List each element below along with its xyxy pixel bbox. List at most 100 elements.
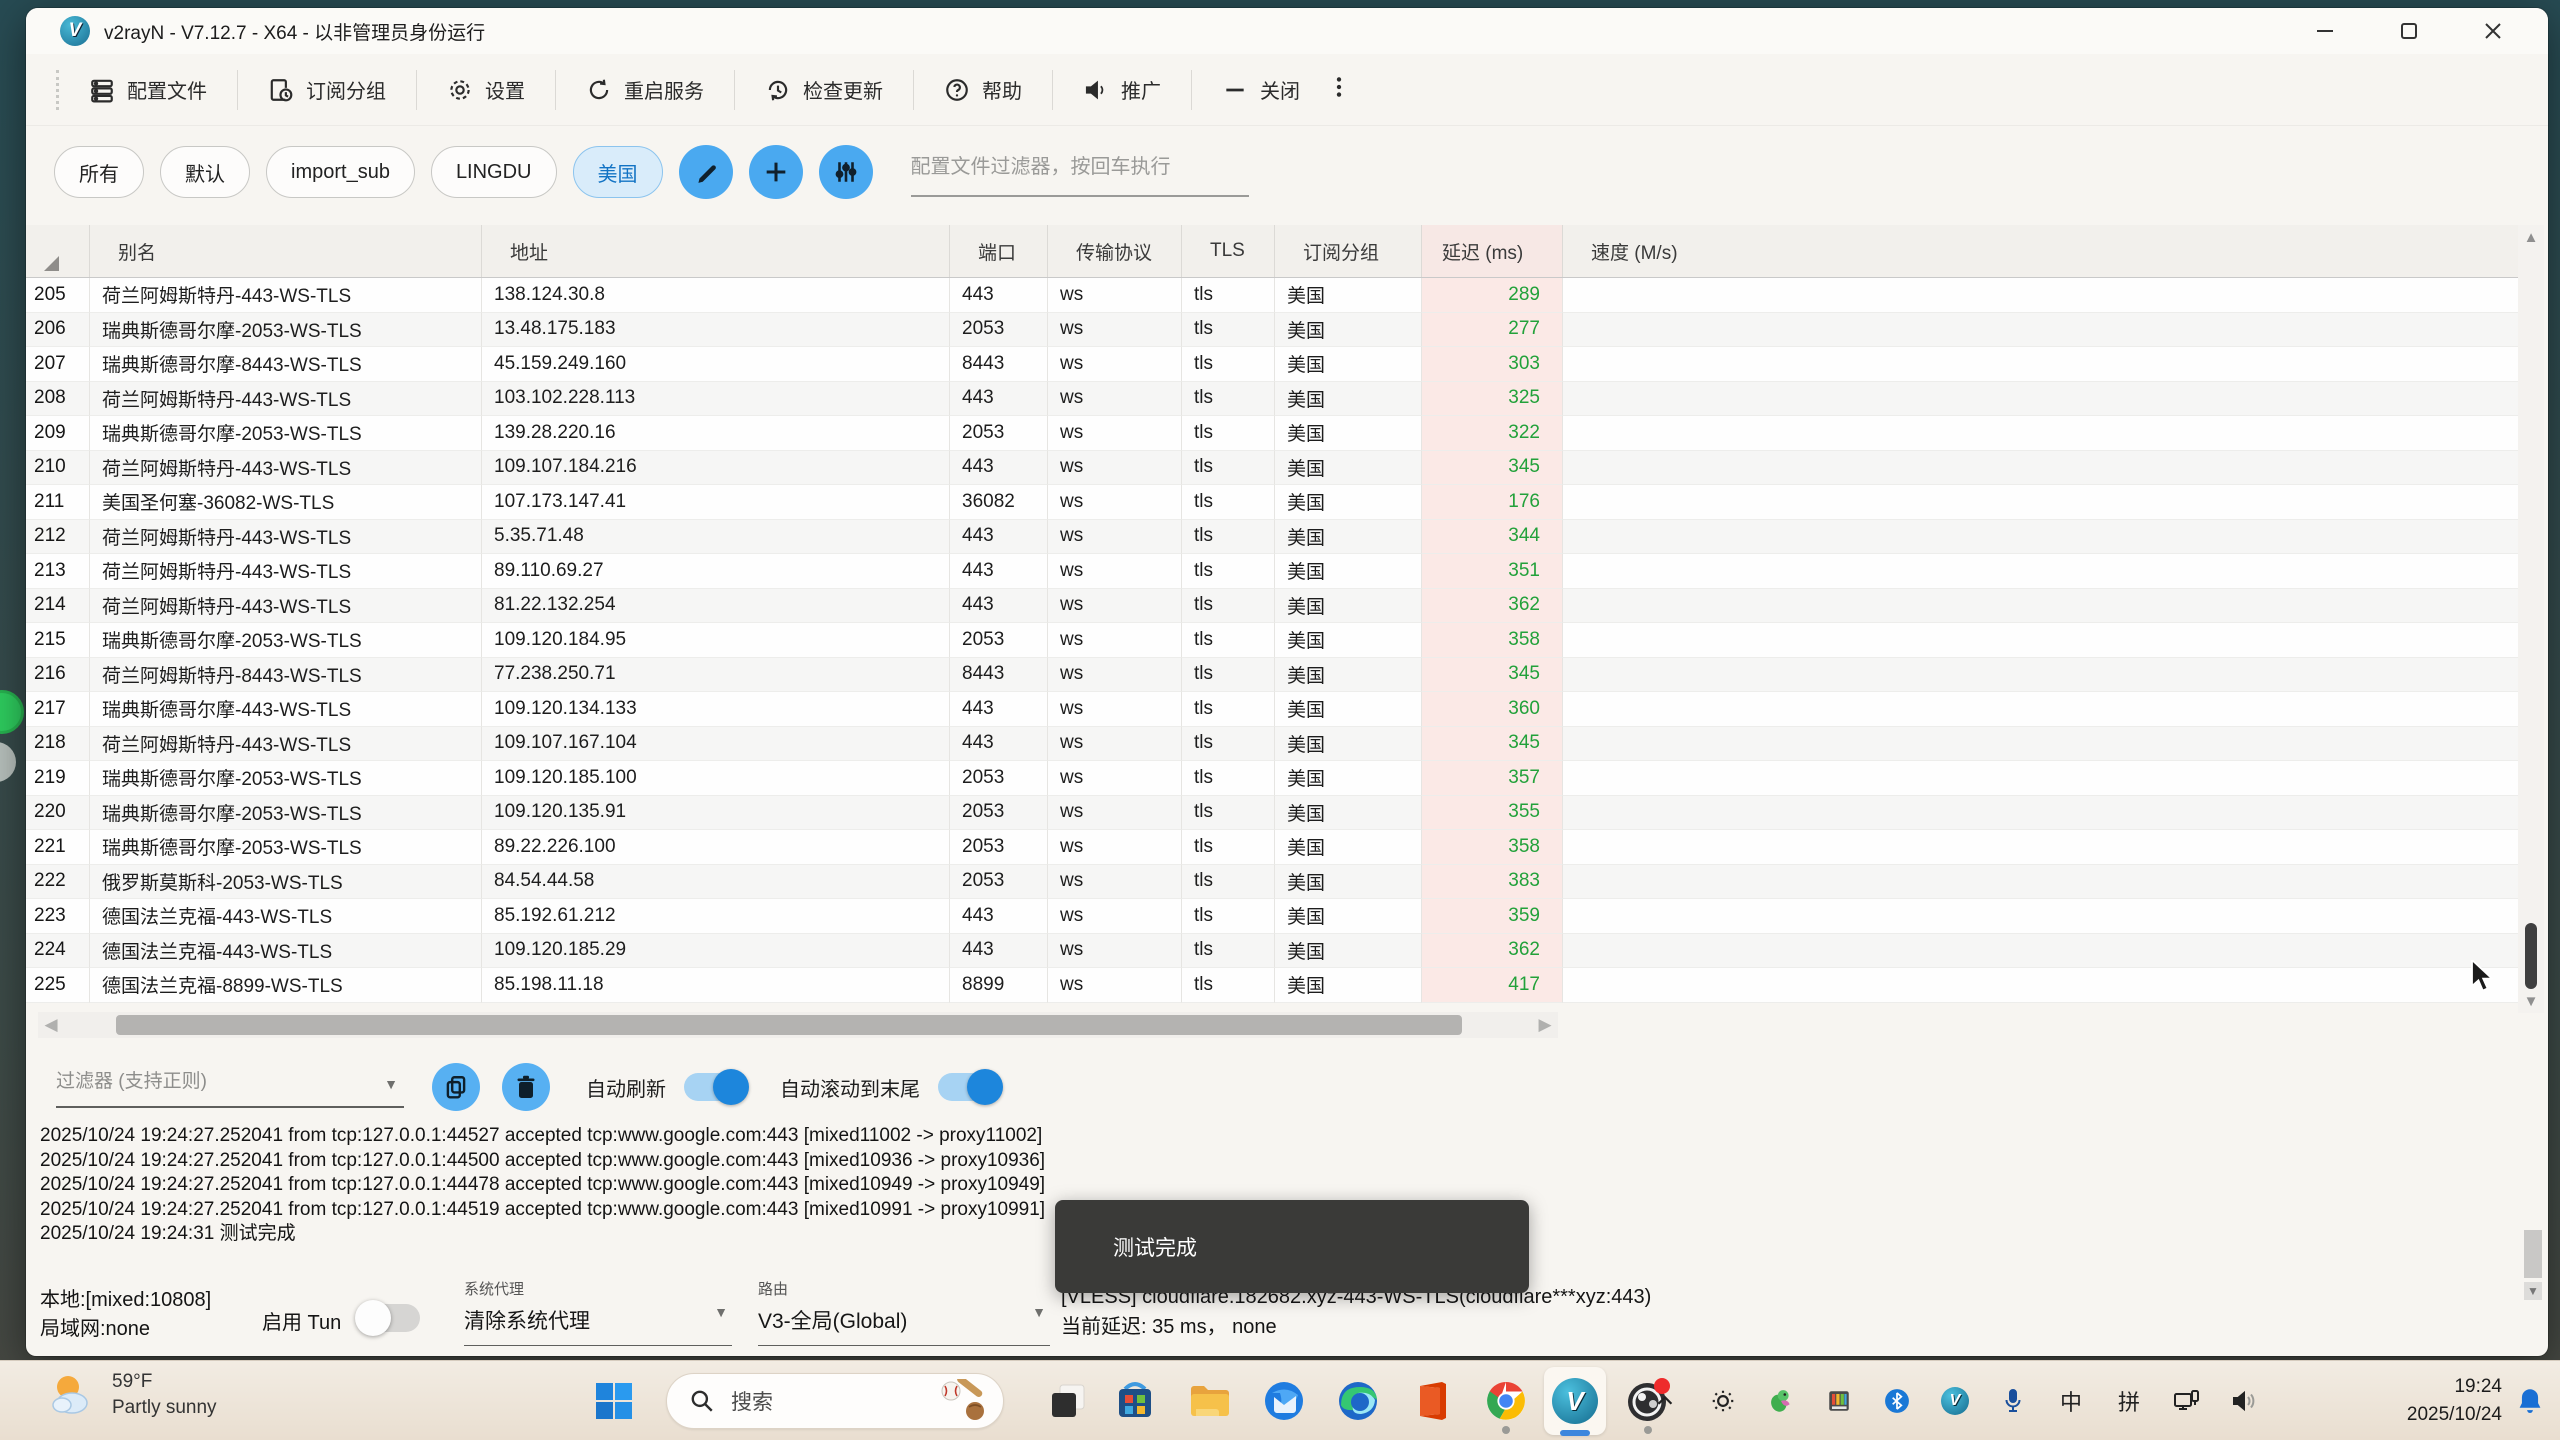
horizontal-scroll-track[interactable]	[64, 1012, 1532, 1038]
horizontal-scroll-thumb[interactable]	[116, 1015, 1462, 1035]
copy-log-button[interactable]	[432, 1063, 480, 1111]
header-speed[interactable]: 速度 (M/s)	[1563, 225, 2518, 277]
menu-check-update[interactable]: 检查更新	[757, 75, 891, 104]
scroll-right-arrow[interactable]: ▶	[1532, 1015, 1558, 1035]
mouse-cursor	[2470, 960, 2500, 994]
table-row[interactable]: 205荷兰阿姆斯特丹-443-WS-TLS138.124.30.8443wstl…	[26, 278, 2518, 313]
tray-bluetooth[interactable]	[1882, 1386, 1912, 1416]
file-explorer-button[interactable]	[1184, 1375, 1236, 1427]
table-row[interactable]: 224德国法兰克福-443-WS-TLS109.120.185.29443wst…	[26, 934, 2518, 969]
table-row[interactable]: 222俄罗斯莫斯科-2053-WS-TLS84.54.44.582053wstl…	[26, 865, 2518, 900]
start-button[interactable]	[592, 1379, 636, 1423]
header-tls[interactable]: TLS	[1182, 225, 1275, 277]
table-row[interactable]: 210荷兰阿姆斯特丹-443-WS-TLS109.107.184.216443w…	[26, 451, 2518, 486]
table-row[interactable]: 217瑞典斯德哥尔摩-443-WS-TLS109.120.134.133443w…	[26, 692, 2518, 727]
table-row[interactable]: 207瑞典斯德哥尔摩-8443-WS-TLS45.159.249.1608443…	[26, 347, 2518, 382]
auto-refresh-toggle[interactable]	[684, 1073, 746, 1101]
table-row[interactable]: 218荷兰阿姆斯特丹-443-WS-TLS109.107.167.104443w…	[26, 727, 2518, 762]
tab-all[interactable]: 所有	[54, 146, 144, 198]
cell-delay: 345	[1422, 658, 1563, 693]
cell-delay: 325	[1422, 382, 1563, 417]
chrome-button[interactable]	[1480, 1375, 1532, 1427]
table-row[interactable]: 208荷兰阿姆斯特丹-443-WS-TLS103.102.228.113443w…	[26, 382, 2518, 417]
profile-filter-input[interactable]: 配置文件过滤器，按回车执行	[911, 145, 1249, 199]
cell-delay: 176	[1422, 485, 1563, 520]
tab-lingdu[interactable]: LINGDU	[431, 146, 557, 198]
auto-scroll-toggle[interactable]	[938, 1073, 1000, 1101]
table-row[interactable]: 211美国圣何塞-36082-WS-TLS107.173.147.4136082…	[26, 485, 2518, 520]
tray-microphone[interactable]	[1998, 1386, 2028, 1416]
menu-subscriptions[interactable]: 订阅分组	[260, 75, 394, 104]
tun-toggle[interactable]	[358, 1304, 420, 1332]
routing-dropdown[interactable]: 路由 V3-全局(Global) ▼	[758, 1278, 1050, 1346]
tab-import-sub[interactable]: import_sub	[266, 146, 415, 198]
table-row[interactable]: 214荷兰阿姆斯特丹-443-WS-TLS81.22.132.254443wst…	[26, 589, 2518, 624]
tray-ime-scheme[interactable]: 拼	[2114, 1386, 2144, 1416]
table-row[interactable]: 213荷兰阿姆斯特丹-443-WS-TLS89.110.69.27443wstl…	[26, 554, 2518, 589]
maximize-button[interactable]	[2380, 13, 2438, 49]
header-address[interactable]: 地址	[482, 225, 950, 277]
table-row[interactable]: 206瑞典斯德哥尔摩-2053-WS-TLS13.48.175.1832053w…	[26, 313, 2518, 348]
tray-volume[interactable]	[2230, 1386, 2260, 1416]
tray-brightness[interactable]	[1708, 1386, 1738, 1416]
menu-settings[interactable]: 设置	[439, 75, 533, 104]
scroll-down-arrow[interactable]: ▼	[2518, 989, 2544, 1013]
menu-profiles[interactable]: 配置文件	[81, 75, 215, 104]
header-select-all[interactable]	[26, 225, 90, 277]
edit-group-button[interactable]	[679, 145, 733, 199]
table-row[interactable]: 219瑞典斯德哥尔摩-2053-WS-TLS109.120.185.100205…	[26, 761, 2518, 796]
add-group-button[interactable]	[749, 145, 803, 199]
minimize-button[interactable]	[2296, 13, 2354, 49]
notification-center-button[interactable]	[2516, 1387, 2544, 1422]
tray-chevron-up[interactable]	[1650, 1386, 1680, 1416]
more-menu-button[interactable]	[1326, 74, 1352, 105]
tab-usa-selected[interactable]: 美国	[573, 146, 663, 198]
scroll-left-arrow[interactable]: ◀	[38, 1015, 64, 1035]
search-icon	[689, 1388, 715, 1414]
table-row[interactable]: 209瑞典斯德哥尔摩-2053-WS-TLS139.28.220.162053w…	[26, 416, 2518, 451]
close-button[interactable]	[2464, 13, 2522, 49]
table-row[interactable]: 223德国法兰克福-443-WS-TLS85.192.61.212443wstl…	[26, 899, 2518, 934]
edge-button[interactable]	[1332, 1375, 1384, 1427]
tray-cast-device[interactable]	[2172, 1386, 2202, 1416]
system-proxy-dropdown[interactable]: 系统代理 清除系统代理 ▼	[464, 1278, 732, 1346]
table-row[interactable]: 220瑞典斯德哥尔摩-2053-WS-TLS109.120.135.912053…	[26, 796, 2518, 831]
table-row[interactable]: 221瑞典斯德哥尔摩-2053-WS-TLS89.22.226.1002053w…	[26, 830, 2518, 865]
header-group[interactable]: 订阅分组	[1275, 225, 1422, 277]
vertical-scroll-thumb[interactable]	[2525, 923, 2537, 989]
menu-close[interactable]: 关闭	[1214, 75, 1308, 104]
scroll-up-arrow[interactable]: ▲	[2518, 225, 2544, 249]
tray-parrot-app[interactable]	[1766, 1386, 1796, 1416]
partly-sunny-icon	[46, 1371, 98, 1419]
taskbar-clock[interactable]: 19:24 2025/10/24	[2407, 1373, 2502, 1429]
menu-promote[interactable]: 推广	[1075, 75, 1169, 104]
toolbar-separator	[416, 70, 417, 110]
log-scroll-thumb[interactable]	[2524, 1230, 2542, 1278]
weather-widget[interactable]: 59°F Partly sunny	[46, 1369, 217, 1421]
clear-log-button[interactable]	[502, 1063, 550, 1111]
header-alias[interactable]: 别名	[90, 225, 482, 277]
taskbar-search[interactable]: 搜索	[666, 1373, 1004, 1429]
log-filter-dropdown[interactable]: 过滤器 (支持正则) ▼	[56, 1062, 404, 1112]
header-protocol[interactable]: 传输协议	[1048, 225, 1182, 277]
header-port[interactable]: 端口	[950, 225, 1048, 277]
table-horizontal-scrollbar[interactable]: ◀ ▶	[38, 1012, 1558, 1038]
office-button[interactable]	[1406, 1375, 1458, 1427]
header-delay[interactable]: 延迟 (ms)	[1422, 225, 1563, 277]
microsoft-store-button[interactable]	[1109, 1375, 1161, 1427]
task-view-button[interactable]	[1042, 1375, 1094, 1427]
table-row[interactable]: 215瑞典斯德哥尔摩-2053-WS-TLS109.120.184.952053…	[26, 623, 2518, 658]
table-row[interactable]: 225德国法兰克福-8899-WS-TLS85.198.11.188899wst…	[26, 968, 2518, 1003]
table-vertical-scrollbar[interactable]: ▲ ▼	[2518, 225, 2544, 1013]
tray-v2rayn[interactable]: V	[1940, 1386, 1970, 1416]
tab-default[interactable]: 默认	[160, 146, 250, 198]
thunderbird-button[interactable]	[1258, 1375, 1310, 1427]
sort-groups-button[interactable]	[819, 145, 873, 199]
v2rayn-taskbar-button[interactable]: V	[1549, 1375, 1601, 1427]
tray-color-grid-app[interactable]	[1824, 1386, 1854, 1416]
menu-restart-service[interactable]: 重启服务	[578, 75, 712, 104]
tray-ime-lang[interactable]: 中	[2056, 1386, 2086, 1416]
menu-help[interactable]: 帮助	[936, 75, 1030, 104]
table-row[interactable]: 216荷兰阿姆斯特丹-8443-WS-TLS77.238.250.718443w…	[26, 658, 2518, 693]
table-row[interactable]: 212荷兰阿姆斯特丹-443-WS-TLS5.35.71.48443wstls美…	[26, 520, 2518, 555]
